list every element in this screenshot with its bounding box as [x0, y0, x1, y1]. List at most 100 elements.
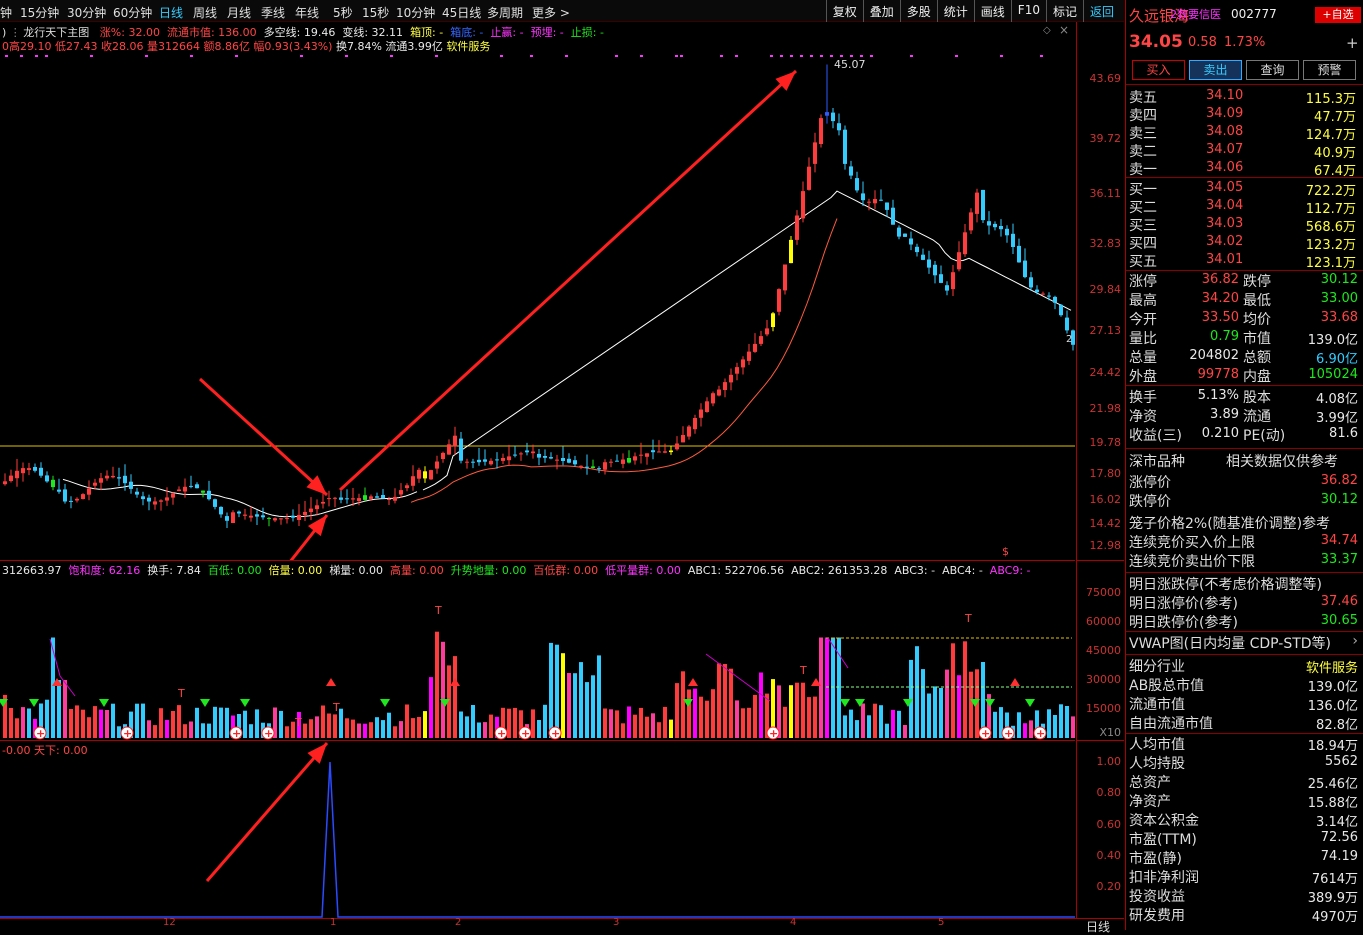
- period-tab[interactable]: 60分钟: [113, 4, 152, 21]
- volume-bar: [873, 703, 877, 738]
- stat-value: 4.08亿: [1316, 392, 1358, 407]
- period-tab[interactable]: 30分钟: [67, 4, 106, 21]
- signal-dot: [35, 55, 38, 57]
- period-tab[interactable]: 周线: [193, 4, 217, 21]
- volume-bar: [657, 722, 661, 738]
- price-tick: 32.83: [1089, 237, 1122, 250]
- row-value: 136.0亿: [1307, 699, 1358, 714]
- stat-value: 3.89: [1210, 407, 1239, 422]
- period-tab[interactable]: 月线: [227, 4, 251, 21]
- tool-button[interactable]: 叠加: [862, 0, 900, 22]
- period-tab-daily[interactable]: 日线: [1086, 918, 1110, 935]
- ask-row[interactable]: 卖二 34.07 40.9万: [1126, 141, 1362, 161]
- svg-text:+: +: [1036, 727, 1045, 740]
- plus-circle-icon: +: [1033, 726, 1047, 740]
- candle: [507, 444, 511, 466]
- plus-circle-icon: +: [494, 726, 508, 740]
- period-tab[interactable]: 45日线: [442, 4, 481, 21]
- query-button[interactable]: 查询: [1246, 60, 1299, 80]
- candle: [627, 450, 631, 464]
- tool-button[interactable]: 统计: [936, 0, 974, 22]
- volume-bar: [183, 724, 187, 738]
- next-up-row: 明日涨停价(参考) 37.46: [1126, 593, 1362, 612]
- candle: [135, 487, 139, 498]
- sell-button[interactable]: 卖出: [1189, 60, 1242, 80]
- buy-button[interactable]: 买入: [1132, 60, 1185, 80]
- volume-bar: [537, 720, 541, 738]
- volume-bar: [309, 719, 313, 738]
- signal-spike: [0, 761, 1075, 918]
- period-tab[interactable]: 日线: [159, 4, 183, 21]
- candle: [897, 225, 901, 240]
- period-tab[interactable]: 钟: [0, 4, 12, 21]
- candle: [225, 512, 229, 528]
- row-value: 18.94万: [1307, 739, 1358, 754]
- signal-dot: [870, 55, 873, 57]
- bid-row[interactable]: 买三 34.03 568.6万: [1126, 215, 1362, 235]
- annotation-arrow-down: [198, 377, 329, 497]
- volume-bar: [783, 706, 787, 738]
- signal-dot: [500, 55, 503, 57]
- down-triangle-icon: [29, 699, 39, 707]
- tool-button[interactable]: 复权: [825, 0, 863, 22]
- volume-bar: [819, 637, 823, 738]
- plus-icon[interactable]: +: [1346, 34, 1359, 52]
- volume-bar: [993, 711, 997, 738]
- tool-button[interactable]: F10: [1010, 0, 1046, 22]
- candle: [1017, 238, 1021, 263]
- period-tab[interactable]: 季线: [261, 4, 285, 21]
- ask-row[interactable]: 卖三 34.08 124.7万: [1126, 123, 1362, 143]
- chevron-right-icon[interactable]: ›: [1352, 633, 1358, 649]
- volume-bar: [87, 717, 91, 738]
- alert-button[interactable]: 预警: [1303, 60, 1356, 80]
- candle: [987, 211, 991, 235]
- stat-label: 量比: [1129, 331, 1157, 347]
- ask-row[interactable]: 卖四 34.09 47.7万: [1126, 105, 1362, 125]
- volume-bar: [573, 673, 577, 738]
- plus-circle-icon: +: [229, 726, 243, 740]
- volume-chart[interactable]: 312663.97 饱和度: 62.16 换手: 7.84 百低: 0.00 倍量: 0…: [0, 560, 1075, 740]
- tool-button[interactable]: 返回: [1082, 0, 1120, 22]
- volume-bar: [663, 706, 667, 738]
- volume-bar: [21, 707, 25, 738]
- row-volume: 123.1万: [1305, 256, 1356, 271]
- period-tab[interactable]: 更多 >: [532, 4, 570, 21]
- candle: [429, 469, 433, 480]
- bid-row[interactable]: 买二 34.04 112.7万: [1126, 197, 1362, 217]
- candle: [549, 452, 553, 460]
- signal-dot: [735, 55, 738, 57]
- candle: [867, 198, 871, 211]
- sub-indicator-chart[interactable]: -0.00 天下: 0.00: [0, 740, 1075, 918]
- candle: [795, 210, 799, 245]
- period-tab[interactable]: 15秒: [362, 4, 389, 21]
- period-tab[interactable]: 10分钟: [396, 4, 435, 21]
- period-tab[interactable]: 5秒: [333, 4, 353, 21]
- candle: [741, 356, 745, 375]
- volume-bar: [621, 723, 625, 738]
- industry-row: 细分行业 软件服务: [1126, 656, 1362, 676]
- ask-row[interactable]: 卖一 34.06 67.4万: [1126, 159, 1362, 179]
- add-favorite-button[interactable]: +自选: [1315, 7, 1361, 23]
- candle: [141, 491, 145, 506]
- tool-button[interactable]: 画线: [973, 0, 1011, 22]
- period-tab[interactable]: 15分钟: [20, 4, 59, 21]
- bid-row[interactable]: 买四 34.02 123.2万: [1126, 233, 1362, 253]
- stat-value: 81.6: [1329, 426, 1358, 441]
- volume-bar: [507, 708, 511, 738]
- candle: [1047, 292, 1051, 301]
- row-label: 连续竞价买入价上限: [1129, 535, 1255, 551]
- tool-button[interactable]: 多股: [899, 0, 937, 22]
- period-tab[interactable]: 多周期: [487, 4, 523, 21]
- bid-row[interactable]: 买一 34.05 722.2万: [1126, 179, 1362, 199]
- tool-button[interactable]: 标记: [1045, 0, 1083, 22]
- sub-tick: 0.80: [1096, 786, 1122, 799]
- bid-row[interactable]: 买五 34.01 123.1万: [1126, 251, 1362, 271]
- signal-dot: [5, 55, 8, 57]
- period-tab[interactable]: 年线: [295, 4, 319, 21]
- ask-row[interactable]: 卖五 34.10 115.3万: [1126, 87, 1362, 107]
- volume-bar: [717, 663, 721, 738]
- candle: [99, 473, 103, 491]
- candle: [339, 489, 343, 504]
- row-label: 卖四: [1129, 108, 1157, 124]
- main-chart[interactable]: ) ⋮ 龙行天下主图 涨%: 32.00 流通市值: 136.00 多空线: 19.…: [0, 22, 1075, 560]
